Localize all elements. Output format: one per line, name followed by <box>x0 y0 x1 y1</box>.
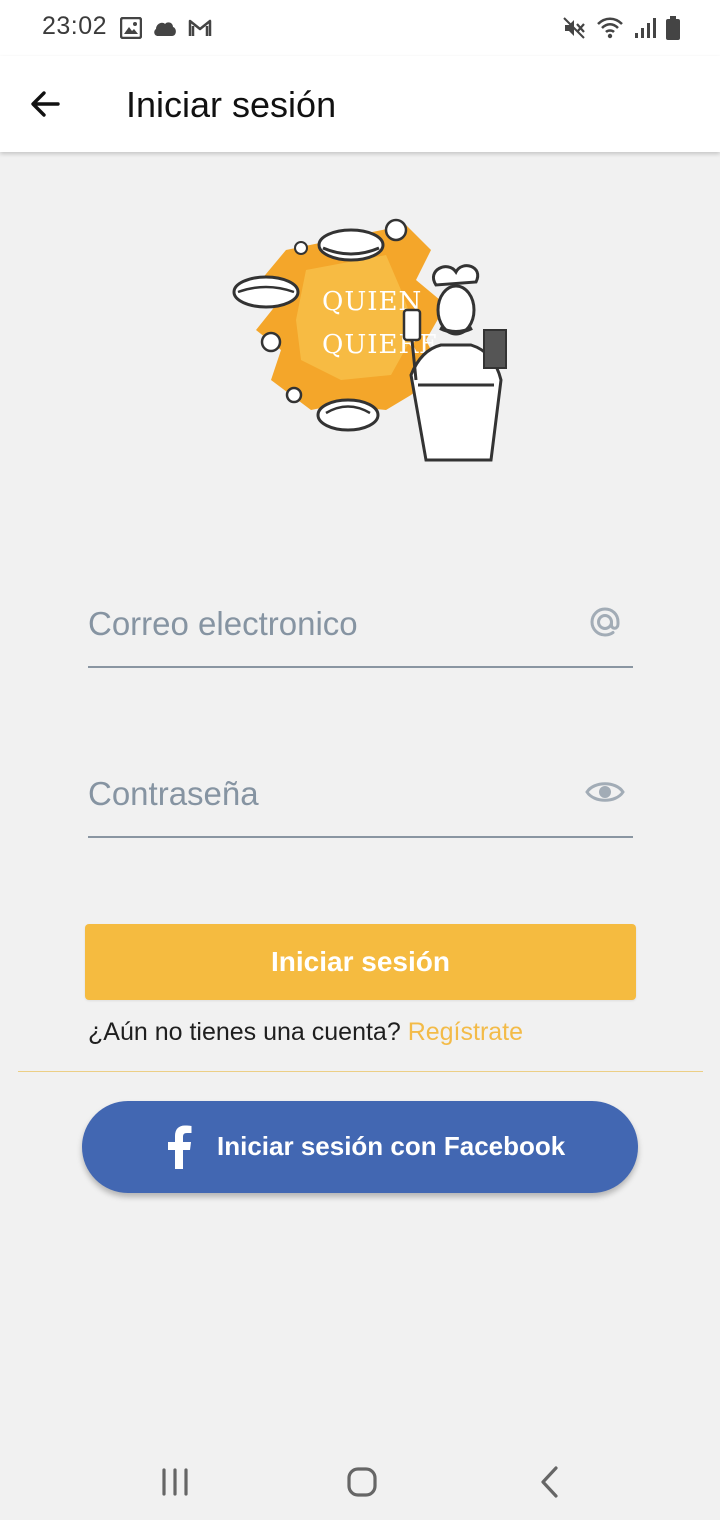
at-icon <box>590 607 620 637</box>
password-input[interactable] <box>88 766 558 822</box>
battery-icon <box>666 16 680 40</box>
eye-icon[interactable] <box>585 772 625 812</box>
arrow-back-icon[interactable] <box>24 82 68 126</box>
facebook-login-button[interactable]: Iniciar sesión con Facebook <box>82 1101 638 1193</box>
mute-icon <box>563 17 585 39</box>
password-field[interactable] <box>88 756 633 838</box>
gmail-icon <box>188 19 212 36</box>
register-link[interactable]: Regístrate <box>408 1018 523 1046</box>
page-title: Iniciar sesión <box>126 84 337 125</box>
login-button[interactable]: Iniciar sesión <box>85 924 636 1000</box>
home-icon[interactable] <box>342 1462 382 1502</box>
navigation-bar <box>0 1440 720 1520</box>
status-bar: 23:02 <box>0 0 720 56</box>
no-account-text: ¿Aún no tienes una cuenta? <box>88 1018 401 1046</box>
status-time: 23:02 <box>42 12 108 40</box>
nav-back-icon[interactable] <box>530 1462 570 1502</box>
cloud-icon <box>154 22 176 36</box>
register-prompt: ¿Aún no tienes una cuenta? Regístrate <box>88 1018 523 1047</box>
app-bar: Iniciar sesión <box>0 56 720 152</box>
email-input[interactable] <box>88 596 558 652</box>
signal-icon <box>635 18 656 38</box>
email-field[interactable] <box>88 586 633 668</box>
facebook-login-label: Iniciar sesión con Facebook <box>217 1131 566 1161</box>
facebook-icon <box>168 1125 192 1169</box>
wifi-icon <box>597 17 623 39</box>
image-icon <box>120 17 142 39</box>
recent-apps-icon[interactable] <box>155 1462 195 1502</box>
divider <box>18 1071 703 1072</box>
app-logo: QUIEN QUIERE <box>232 218 507 462</box>
